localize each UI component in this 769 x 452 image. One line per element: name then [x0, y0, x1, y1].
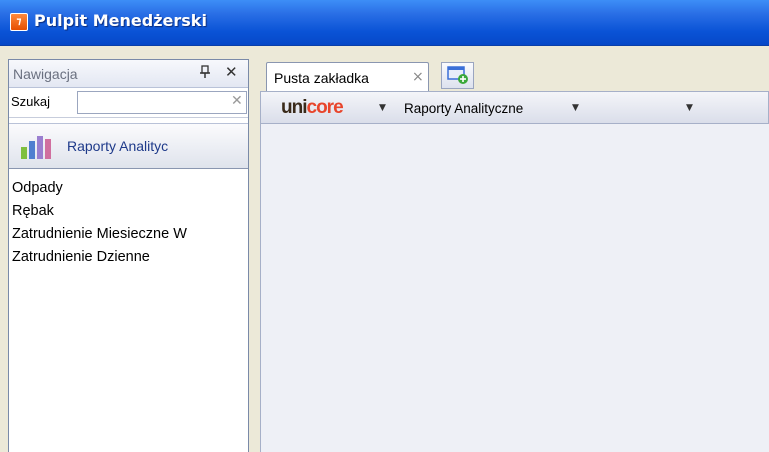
tab-content: [260, 124, 769, 452]
new-tab-icon: [447, 66, 468, 84]
title-bar: ⁊ Pulpit Menedżerski: [0, 0, 769, 46]
app-title: Pulpit Menedżerski: [34, 11, 207, 30]
reports-menu-label[interactable]: Raporty Analityczne: [404, 101, 523, 116]
tab-label: Pusta zakładka: [274, 70, 369, 86]
logo-part-core: core: [306, 97, 344, 118]
nav-list: Odpady Rębak Zatrudnienie Miesieczne W Z…: [9, 169, 248, 269]
reports-dropdown-icon[interactable]: ▼: [572, 103, 579, 113]
navigation-header: Nawigacja ✕: [9, 60, 248, 88]
unicore-logo[interactable]: unicore: [281, 97, 344, 119]
nav-item[interactable]: Odpady: [9, 177, 248, 200]
nav-item[interactable]: Zatrudnienie Dzienne: [9, 246, 248, 269]
extra-dropdown-icon[interactable]: ▼: [686, 103, 693, 113]
bar-chart-icon: [21, 136, 51, 159]
navigation-title: Nawigacja: [13, 66, 78, 82]
nav-item[interactable]: Rębak: [9, 200, 248, 223]
pin-icon[interactable]: [199, 65, 213, 81]
nav-item[interactable]: Zatrudnienie Miesieczne W: [9, 223, 248, 246]
group-label: Raporty Analityc: [67, 138, 169, 154]
app-icon: ⁊: [10, 13, 28, 31]
logo-dropdown-icon[interactable]: ▼: [379, 103, 386, 113]
close-icon[interactable]: ✕: [225, 63, 241, 81]
search-input[interactable]: [77, 91, 247, 114]
search-label: Szukaj: [11, 94, 51, 109]
pin-icon-svg: [200, 65, 210, 78]
logo-part-uni: uni: [281, 97, 307, 118]
main-area: Pusta zakładka × unicore ▼ Raporty Anali…: [258, 59, 769, 452]
clear-search-icon[interactable]: ✕: [231, 93, 243, 109]
close-icon[interactable]: ×: [412, 69, 424, 85]
new-tab-button[interactable]: [441, 62, 474, 89]
search-row: Szukaj ✕: [9, 88, 248, 118]
navigation-panel: Nawigacja ✕ Szukaj ✕ Raporty Analityc Od…: [8, 59, 249, 452]
toolbar: unicore ▼ Raporty Analityczne ▼ ▼: [260, 91, 769, 124]
tab-pusta-zakladka[interactable]: Pusta zakładka ×: [266, 62, 429, 92]
group-button-raporty[interactable]: Raporty Analityc: [9, 123, 248, 169]
